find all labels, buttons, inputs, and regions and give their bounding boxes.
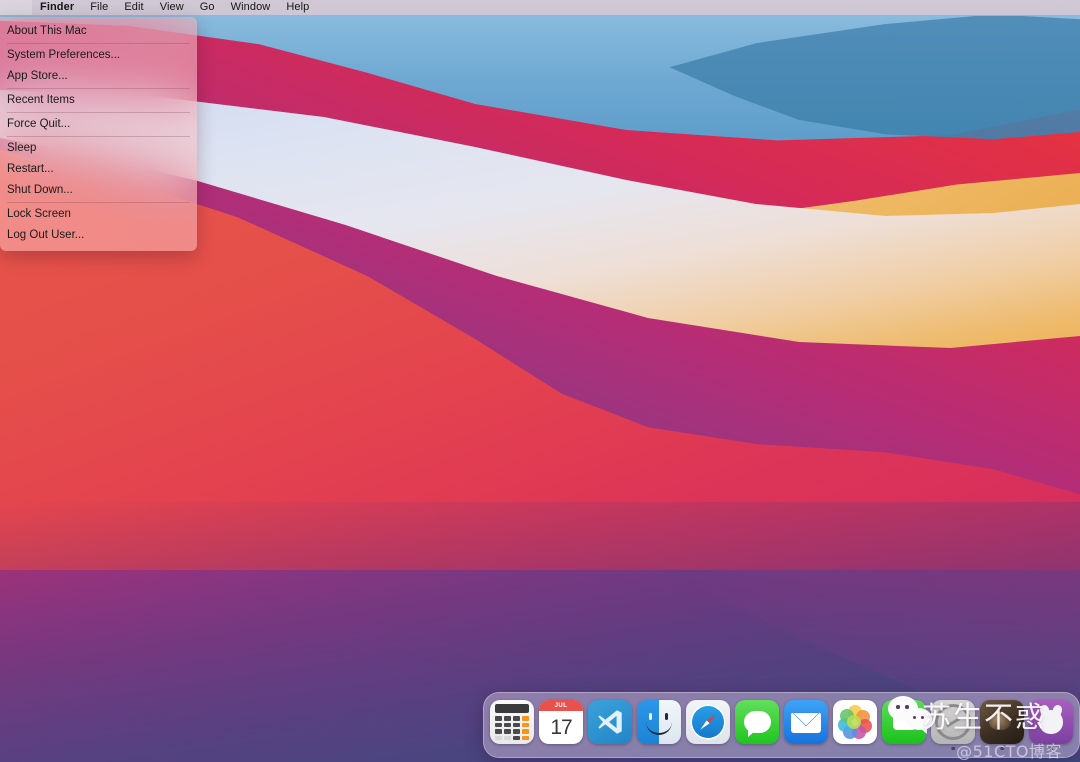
- menu-separator: [7, 112, 190, 113]
- mail-envelope: [791, 711, 821, 733]
- desktop-screen: Finder File Edit View Go Window Help Abo…: [0, 0, 1080, 762]
- calendar-icon[interactable]: JUL 17: [539, 700, 583, 744]
- mail-envelope-flap: [792, 711, 820, 726]
- dock-item-safari[interactable]: [686, 700, 730, 750]
- menubar-item-edit[interactable]: Edit: [116, 0, 151, 15]
- calc-key: [504, 735, 511, 740]
- menubar-item-help[interactable]: Help: [278, 0, 317, 15]
- menubar-item-file[interactable]: File: [82, 0, 116, 15]
- calc-key: [513, 716, 520, 721]
- calc-key: [495, 729, 502, 734]
- menu-item-system-preferences[interactable]: System Preferences...: [0, 45, 197, 66]
- dock-item-mail[interactable]: [784, 700, 828, 750]
- dock-item-photos[interactable]: [833, 700, 877, 750]
- messages-bubble: [743, 711, 771, 737]
- calc-key: [513, 729, 520, 734]
- vscode-icon[interactable]: [588, 700, 632, 744]
- calc-key: [495, 716, 502, 721]
- facetime-camera: [892, 714, 924, 730]
- finder-eye-left: [649, 713, 652, 720]
- safari-icon[interactable]: [686, 700, 730, 744]
- calc-key: [513, 735, 520, 740]
- calc-key: [513, 722, 520, 727]
- calendar-day: 17: [550, 715, 572, 739]
- dock-item-calculator[interactable]: [490, 700, 534, 750]
- calculator-keys: [495, 716, 529, 740]
- finder-icon[interactable]: [637, 700, 681, 744]
- safari-compass-needle: [699, 713, 717, 731]
- calc-key: [522, 722, 529, 727]
- apple-dropdown-menu: About This Mac System Preferences... App…: [0, 17, 197, 251]
- menu-item-lock-screen[interactable]: Lock Screen: [0, 204, 197, 225]
- calc-key: [522, 716, 529, 721]
- running-indicator-dot: [951, 746, 955, 750]
- safari-compass-dial: [690, 704, 726, 740]
- menu-item-log-out-user[interactable]: Log Out User...: [0, 225, 197, 246]
- calendar-month: JUL: [539, 700, 583, 711]
- dock-item-vscode[interactable]: [588, 700, 632, 750]
- photos-petal-center: [847, 715, 861, 729]
- watermark-title: 苏生不惑: [921, 700, 1046, 734]
- dock-item-messages[interactable]: [735, 700, 779, 750]
- messages-icon[interactable]: [735, 700, 779, 744]
- menu-bar: Finder File Edit View Go Window Help: [0, 0, 1080, 15]
- menu-separator: [7, 136, 190, 137]
- menu-separator: [7, 88, 190, 89]
- facetime-icon[interactable]: [882, 700, 926, 744]
- menubar-item-go[interactable]: Go: [192, 0, 223, 15]
- calc-key: [495, 735, 502, 740]
- menu-item-shut-down[interactable]: Shut Down...: [0, 180, 197, 201]
- menu-item-app-store[interactable]: App Store...: [0, 66, 197, 87]
- menu-item-restart[interactable]: Restart...: [0, 159, 197, 180]
- menu-separator: [7, 43, 190, 44]
- menubar-item-window[interactable]: Window: [223, 0, 279, 15]
- dock-item-facetime[interactable]: [882, 700, 926, 750]
- menu-separator: [7, 202, 190, 203]
- menu-item-recent-items[interactable]: Recent Items: [0, 90, 197, 111]
- finder-eye-right: [665, 713, 668, 720]
- menubar-item-finder[interactable]: Finder: [32, 0, 82, 15]
- calculator-icon[interactable]: [490, 700, 534, 744]
- watermark-subtitle: @51CTO博客: [956, 742, 1062, 761]
- calc-key: [504, 722, 511, 727]
- dock-item-finder[interactable]: [637, 700, 681, 750]
- calc-key: [504, 716, 511, 721]
- menubar-item-view[interactable]: View: [152, 0, 192, 15]
- dock-item-calendar[interactable]: JUL 17: [539, 700, 583, 750]
- apple-menu-button[interactable]: [0, 0, 32, 15]
- mail-icon[interactable]: [784, 700, 828, 744]
- photos-icon[interactable]: [833, 700, 877, 744]
- menu-item-about-this-mac[interactable]: About This Mac: [0, 21, 197, 42]
- menu-item-force-quit[interactable]: Force Quit...: [0, 114, 197, 135]
- calc-key: [522, 735, 529, 740]
- menu-item-sleep[interactable]: Sleep: [0, 138, 197, 159]
- calculator-screen: [495, 704, 529, 713]
- vscode-glyph: [598, 710, 622, 734]
- calc-key: [504, 729, 511, 734]
- calc-key: [495, 722, 502, 727]
- calc-key: [522, 729, 529, 734]
